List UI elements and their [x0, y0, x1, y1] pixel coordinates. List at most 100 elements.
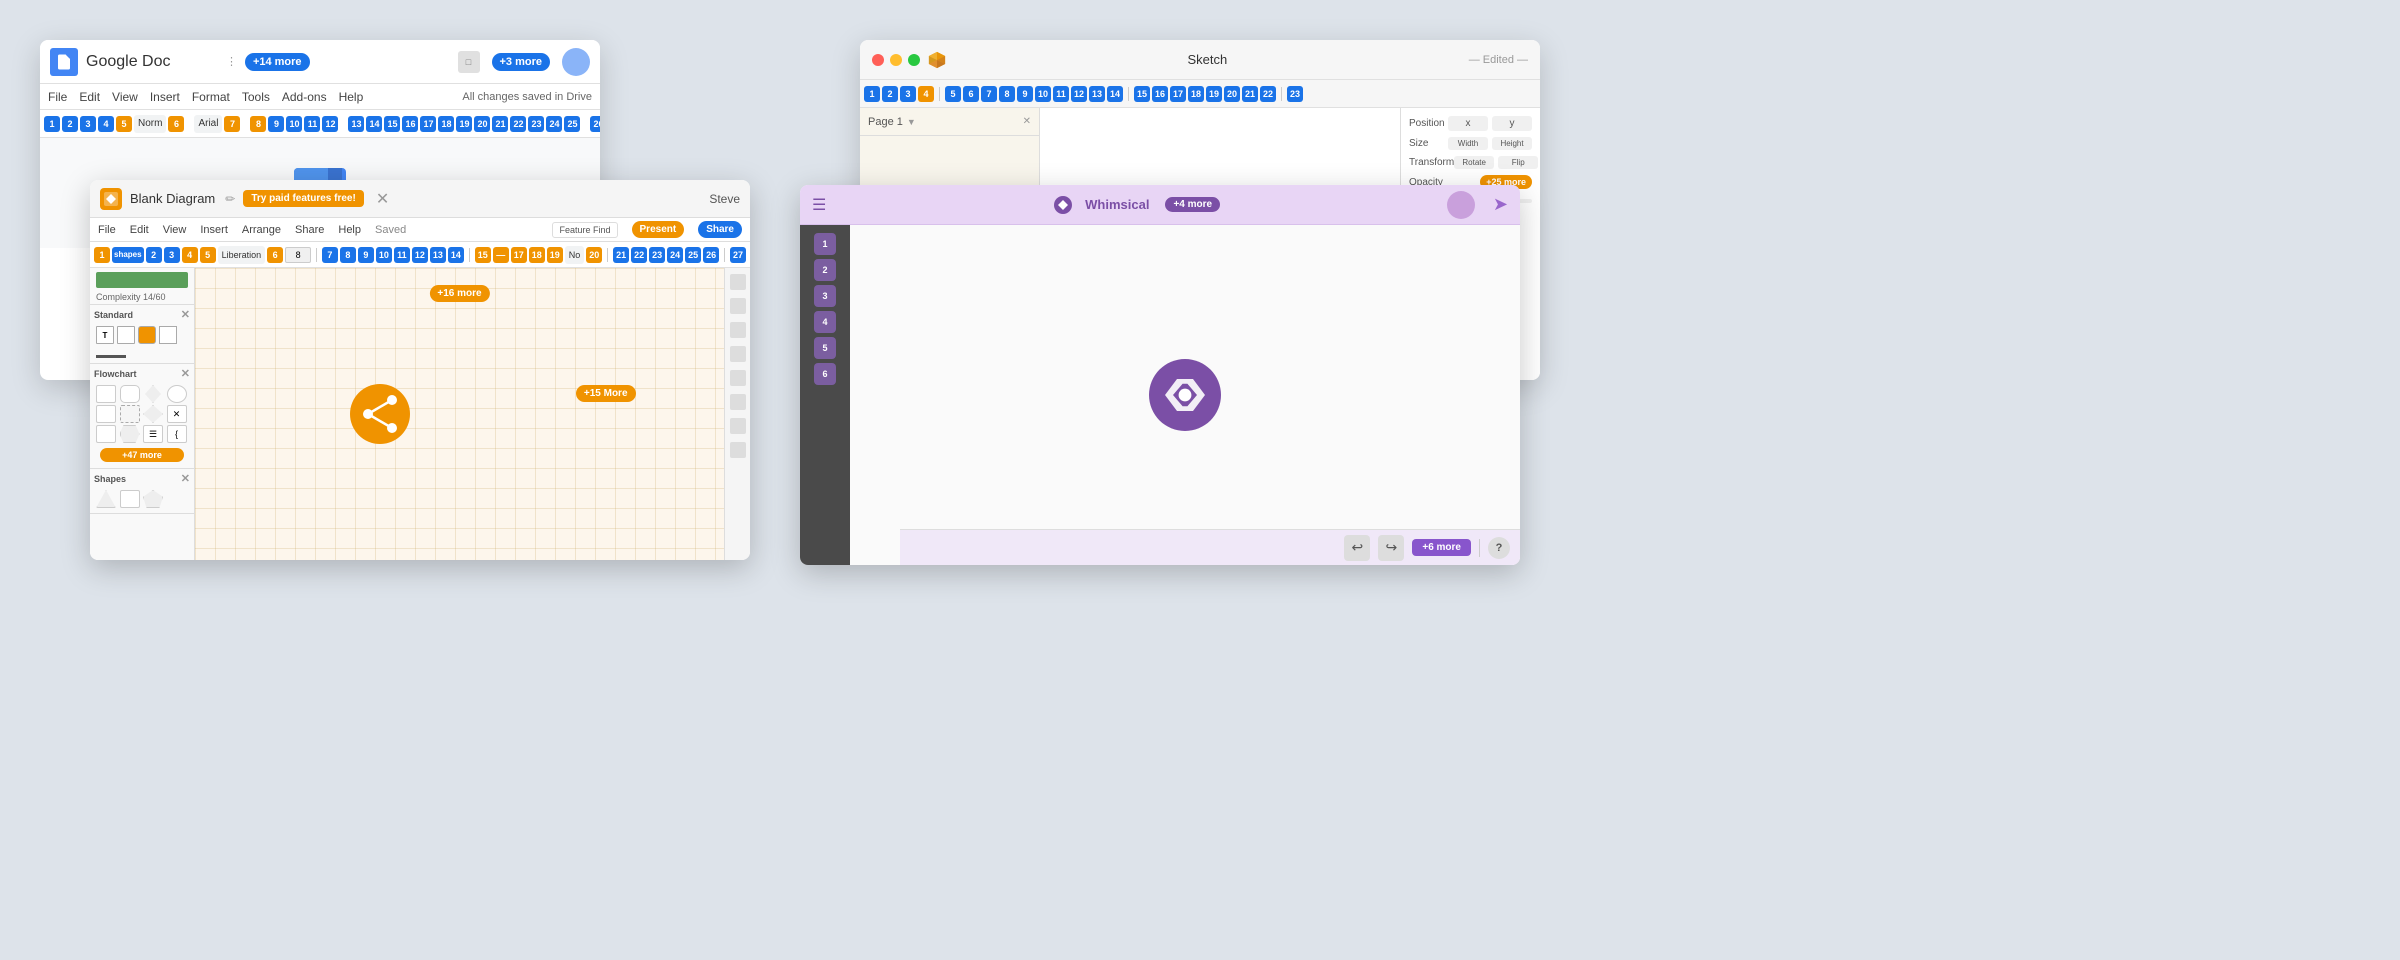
gdoc-menu-help[interactable]: Help — [339, 90, 364, 104]
sketch-rotate[interactable]: Rotate — [1454, 156, 1494, 169]
gdoc-menu-file[interactable]: File — [48, 90, 67, 104]
dtb-num-3[interactable]: 3 — [164, 247, 180, 263]
dtb-num-16-dash[interactable]: — — [493, 247, 509, 263]
tb-font-arial[interactable]: Arial — [194, 115, 222, 133]
dtb-num-17[interactable]: 17 — [511, 247, 527, 263]
drawio-present-button[interactable]: Present — [632, 221, 685, 238]
panel-icon-3[interactable] — [730, 322, 746, 338]
stb-num-6[interactable]: 6 — [963, 86, 979, 102]
w-sidebar-num-5[interactable]: 5 — [814, 337, 836, 359]
tb-num-10[interactable]: 10 — [286, 116, 302, 132]
dtb-num-2[interactable]: 2 — [146, 247, 162, 263]
panel-icon-6[interactable] — [730, 394, 746, 410]
stb-num-8[interactable]: 8 — [999, 86, 1015, 102]
whimsical-more-btn[interactable]: +6 more — [1412, 539, 1471, 556]
drawio-badge-47more[interactable]: +47 more — [100, 448, 184, 462]
panel-icon-2[interactable] — [730, 298, 746, 314]
sketch-size-h[interactable]: Height — [1492, 137, 1532, 150]
tb-num-7[interactable]: 7 — [224, 116, 240, 132]
drawio-menu-file[interactable]: File — [98, 224, 116, 236]
tb-num-6[interactable]: 6 — [168, 116, 184, 132]
tb-num-1[interactable]: 1 — [44, 116, 60, 132]
dtb-num-shapes[interactable]: shapes — [112, 247, 144, 263]
tb-font-name[interactable]: Norm — [134, 115, 166, 133]
tb-num-15[interactable]: 15 — [384, 116, 400, 132]
tb-num-8[interactable]: 8 — [250, 116, 266, 132]
panel-icon-5[interactable] — [730, 370, 746, 386]
dtb-num-24[interactable]: 24 — [667, 247, 683, 263]
tb-num-17[interactable]: 17 — [420, 116, 436, 132]
tb-num-11[interactable]: 11 — [304, 116, 320, 132]
drawio-badge-15more[interactable]: +15 More — [576, 385, 636, 402]
dtb-num-1[interactable]: 1 — [94, 247, 110, 263]
whimsical-redo-btn[interactable]: ↪ — [1378, 535, 1404, 561]
flow-shape-8[interactable]: ✕ — [167, 405, 187, 423]
whimsical-badge-4more[interactable]: +4 more — [1165, 197, 1220, 212]
sidebar-standard-close[interactable]: ✕ — [181, 308, 190, 321]
flow-shape-11[interactable]: ☰ — [143, 425, 163, 443]
stb-num-5[interactable]: 5 — [945, 86, 961, 102]
sketch-panel-close[interactable]: ✕ — [1023, 116, 1031, 127]
dtb-num-15[interactable]: 15 — [475, 247, 491, 263]
tb-num-20[interactable]: 20 — [474, 116, 490, 132]
whimsical-help-btn[interactable]: ? — [1488, 537, 1510, 559]
dtb-num-23[interactable]: 23 — [649, 247, 665, 263]
stb-num-11[interactable]: 11 — [1053, 86, 1069, 102]
dtb-num-5[interactable]: 5 — [200, 247, 216, 263]
tl-maximize[interactable] — [908, 54, 920, 66]
sketch-pos-x[interactable]: x — [1448, 116, 1488, 131]
dtb-num-4[interactable]: 4 — [182, 247, 198, 263]
panel-icon-4[interactable] — [730, 346, 746, 362]
tb-num-16[interactable]: 16 — [402, 116, 418, 132]
drawio-feature-find[interactable]: Feature Find — [552, 222, 617, 238]
tl-close[interactable] — [872, 54, 884, 66]
sidebar-shapes-close[interactable]: ✕ — [181, 472, 190, 485]
whimsical-send-icon[interactable]: ➤ — [1493, 194, 1508, 215]
shape-filled-rect[interactable] — [138, 326, 156, 344]
gdoc-menu-addons[interactable]: Add-ons — [282, 90, 327, 104]
drawio-menu-insert[interactable]: Insert — [200, 224, 228, 236]
dtb-num-21[interactable]: 21 — [613, 247, 629, 263]
tb-num-5-active[interactable]: 5 — [116, 116, 132, 132]
stb-num-13[interactable]: 13 — [1089, 86, 1105, 102]
stb-num-4[interactable]: 4 — [918, 86, 934, 102]
tb-num-21[interactable]: 21 — [492, 116, 508, 132]
stb-num-15[interactable]: 15 — [1134, 86, 1150, 102]
stb-num-3[interactable]: 3 — [900, 86, 916, 102]
drawio-menu-view[interactable]: View — [163, 224, 187, 236]
dtb-num-6[interactable]: 6 — [267, 247, 283, 263]
tb-num-24[interactable]: 24 — [546, 116, 562, 132]
shape-line[interactable] — [96, 355, 126, 358]
gdoc-badge-14more[interactable]: +14 more — [245, 53, 310, 71]
dtb-no[interactable]: No — [565, 246, 585, 264]
sketch-pos-y[interactable]: y — [1492, 116, 1532, 131]
shape-item-1[interactable] — [96, 490, 116, 508]
shape-item-2[interactable] — [120, 490, 140, 508]
tl-minimize[interactable] — [890, 54, 902, 66]
w-sidebar-num-2[interactable]: 2 — [814, 259, 836, 281]
drawio-menu-help[interactable]: Help — [338, 224, 361, 236]
flow-shape-9[interactable] — [96, 425, 116, 443]
dtb-num-13[interactable]: 13 — [430, 247, 446, 263]
w-sidebar-num-1[interactable]: 1 — [814, 233, 836, 255]
dtb-num-22[interactable]: 22 — [631, 247, 647, 263]
flow-shape-2[interactable] — [120, 385, 140, 403]
stb-num-1[interactable]: 1 — [864, 86, 880, 102]
dtb-num-27[interactable]: 27 — [730, 247, 746, 263]
sketch-flip[interactable]: Flip — [1498, 156, 1538, 169]
tb-num-13[interactable]: 13 — [348, 116, 364, 132]
w-sidebar-num-3[interactable]: 3 — [814, 285, 836, 307]
flow-shape-1[interactable] — [96, 385, 116, 403]
w-sidebar-num-4[interactable]: 4 — [814, 311, 836, 333]
dtb-fontsize[interactable]: 8 — [285, 247, 311, 263]
stb-num-21[interactable]: 21 — [1242, 86, 1258, 102]
drawio-menu-arrange[interactable]: Arrange — [242, 224, 281, 236]
stb-num-9[interactable]: 9 — [1017, 86, 1033, 102]
flow-shape-5[interactable] — [96, 405, 116, 423]
dtb-num-8[interactable]: 8 — [340, 247, 356, 263]
shape-item-3[interactable] — [143, 490, 163, 508]
tb-num-22[interactable]: 22 — [510, 116, 526, 132]
tb-num-19[interactable]: 19 — [456, 116, 472, 132]
stb-num-20[interactable]: 20 — [1224, 86, 1240, 102]
dtb-num-25[interactable]: 25 — [685, 247, 701, 263]
